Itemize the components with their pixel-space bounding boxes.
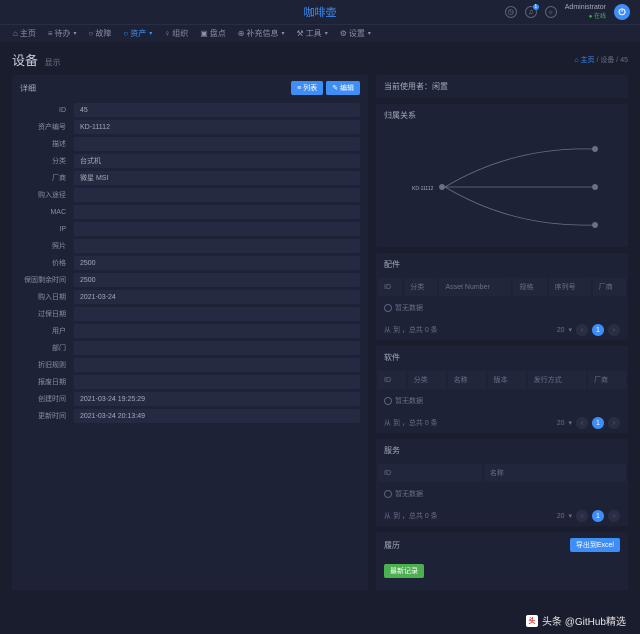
software-panel: 软件ID分类名称版本发行方式厂商 暂无数据从 到 ，总共 0 条20▾‹1› <box>376 346 628 433</box>
next-page[interactable]: › <box>608 510 620 522</box>
empty-state: 暂无数据 <box>384 303 620 313</box>
page-1[interactable]: 1 <box>592 324 604 336</box>
service-panel: 服务ID名称 暂无数据从 到 ，总共 0 条20▾‹1› <box>376 439 628 526</box>
bell-icon[interactable]: ♫1 <box>525 6 537 18</box>
next-page[interactable]: › <box>608 417 620 429</box>
field-MAC: MAC <box>20 205 360 219</box>
field-更新时间: 更新时间2021-03-24 20:13:49 <box>20 409 360 423</box>
menu-待办[interactable]: ≡待办▾ <box>43 26 82 41</box>
service-pager: 从 到 ，总共 0 条20▾‹1› <box>376 506 628 526</box>
field-过保日期: 过保日期 <box>20 307 360 321</box>
latest-record-button[interactable]: 最新记录 <box>384 564 424 578</box>
parts-table: ID分类Asset Number规格序列号厂商 暂无数据 <box>376 276 628 320</box>
right-column: 当前使用者：闲置 归属关系 KD-11112 <box>376 75 628 590</box>
field-资产编号: 资产编号KD-11112 <box>20 120 360 134</box>
attribution: 头 头条 @GitHub精选 <box>526 613 626 628</box>
page-header: 设备 显示 ⌂ 主页 / 设备 / 45 <box>12 50 628 69</box>
parts-panel: 配件ID分类Asset Number规格序列号厂商 暂无数据从 到 ，总共 0 … <box>376 253 628 340</box>
field-创建时间: 创建时间2021-03-24 19:25:29 <box>20 392 360 406</box>
columns: 详细 ≡ 列表 ✎ 编辑 ID45 资产编号KD-11112 描述分类台式机厂商微星… <box>12 75 628 590</box>
history-panel: 履历 导出到Excel 最新记录 <box>376 532 628 590</box>
field-购入日期: 购入日期2021-03-24 <box>20 290 360 304</box>
topbar: 咖啡壶 ◷ ♫1 ☼ Administrator ● 在线 ⏻ <box>0 0 640 24</box>
prev-page[interactable]: ‹ <box>576 324 588 336</box>
software-pager: 从 到 ，总共 0 条20▾‹1› <box>376 413 628 433</box>
topbar-right: ◷ ♫1 ☼ Administrator ● 在线 ⏻ <box>505 4 630 20</box>
field-购入途径: 购入途径 <box>20 188 360 202</box>
field-照片: 照片 <box>20 239 360 253</box>
field-ID: ID45 <box>20 103 360 117</box>
page-title: 设备 显示 <box>12 50 61 69</box>
field-保固剩余时间: 保固剩余时间2500 <box>20 273 360 287</box>
prev-page[interactable]: ‹ <box>576 417 588 429</box>
list-button[interactable]: ≡ 列表 <box>291 81 323 95</box>
breadcrumb: ⌂ 主页 / 设备 / 45 <box>574 55 628 65</box>
menu-故障[interactable]: ○故障 <box>84 26 117 41</box>
detail-panel: 详细 ≡ 列表 ✎ 编辑 ID45 资产编号KD-11112 描述分类台式机厂商微星… <box>12 75 368 590</box>
brand: 咖啡壶 <box>304 4 337 20</box>
field-部门: 部门 <box>20 341 360 355</box>
menu-补充信息[interactable]: ⊕补充信息▾ <box>233 26 290 41</box>
software-table: ID分类名称版本发行方式厂商 暂无数据 <box>376 369 628 413</box>
field-分类: 分类台式机 <box>20 154 360 168</box>
prev-page[interactable]: ‹ <box>576 510 588 522</box>
menu-组织[interactable]: ♀组织 <box>159 26 193 41</box>
relation-panel: 归属关系 KD-11112 <box>376 104 628 247</box>
detail-header: 详细 ≡ 列表 ✎ 编辑 <box>12 75 368 101</box>
relation-graph: KD-11112 <box>376 127 628 247</box>
graph-root-label: KD-11112 <box>412 186 434 192</box>
field-价格: 价格2500 <box>20 256 360 270</box>
empty-state: 暂无数据 <box>384 396 620 406</box>
page: 设备 显示 ⌂ 主页 / 设备 / 45 详细 ≡ 列表 ✎ 编辑 ID45 资产… <box>0 42 640 598</box>
detail-form: ID45 资产编号KD-11112 描述分类台式机厂商微星 MSI 购入途径 MAC IP… <box>12 101 368 434</box>
field-折旧规则: 折旧规则 <box>20 358 360 372</box>
field-报废日期: 报废日期 <box>20 375 360 389</box>
user-info[interactable]: Administrator ● 在线 <box>565 4 606 20</box>
page-1[interactable]: 1 <box>592 510 604 522</box>
field-描述: 描述 <box>20 137 360 151</box>
power-button[interactable]: ⏻ <box>614 4 630 20</box>
user-status: ● 在线 <box>589 11 606 20</box>
export-button[interactable]: 导出到Excel <box>570 538 620 552</box>
crumb-mid[interactable]: 设备 <box>600 57 614 64</box>
menu-设置[interactable]: ⚙设置▾ <box>335 26 376 41</box>
menu-主页[interactable]: ⌂主页 <box>8 26 41 41</box>
field-厂商: 厂商微星 MSI <box>20 171 360 185</box>
service-table: ID名称 暂无数据 <box>376 462 628 506</box>
toutiao-logo-icon: 头 <box>526 615 538 627</box>
next-page[interactable]: › <box>608 324 620 336</box>
field-IP: IP <box>20 222 360 236</box>
menubar: ⌂主页≡待办▾○故障○资产▾♀组织▣盘点⊕补充信息▾⚒工具▾⚙设置▾ <box>0 24 640 42</box>
menu-工具[interactable]: ⚒工具▾ <box>292 26 333 41</box>
menu-盘点[interactable]: ▣盘点 <box>195 26 231 41</box>
clock-icon[interactable]: ◷ <box>505 6 517 18</box>
edit-button[interactable]: ✎ 编辑 <box>326 81 360 95</box>
parts-pager: 从 到 ，总共 0 条20▾‹1› <box>376 320 628 340</box>
empty-state: 暂无数据 <box>384 489 620 499</box>
menu-资产[interactable]: ○资产▾ <box>118 26 157 41</box>
crumb-current: 45 <box>620 57 628 64</box>
user-name: Administrator <box>565 4 606 11</box>
field-用户: 用户 <box>20 324 360 338</box>
theme-icon[interactable]: ☼ <box>545 6 557 18</box>
current-user-panel: 当前使用者：闲置 <box>376 75 628 98</box>
crumb-home[interactable]: ⌂ 主页 <box>574 57 594 64</box>
page-1[interactable]: 1 <box>592 417 604 429</box>
